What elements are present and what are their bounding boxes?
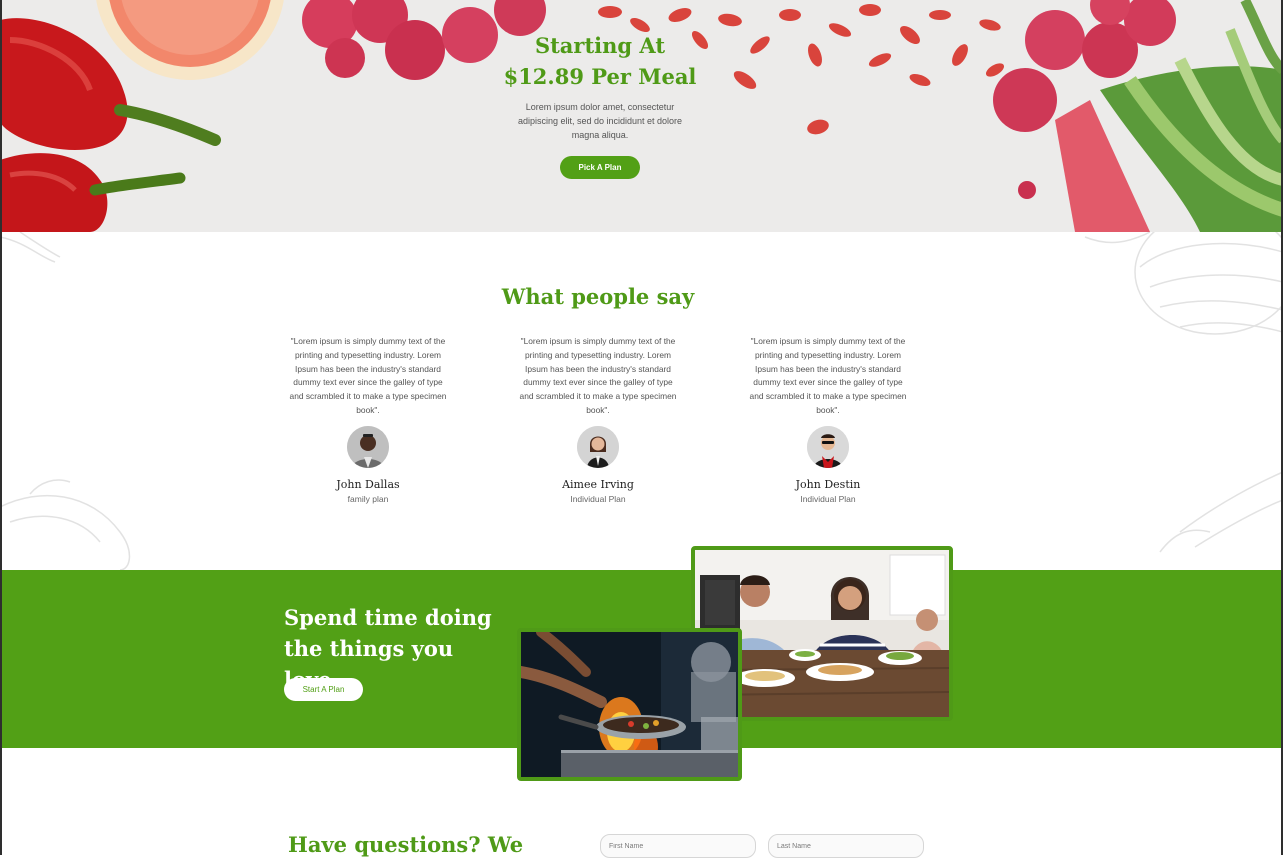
hero-title-line1: Starting At (534, 33, 666, 58)
testimonial-name: John Destin (795, 477, 861, 491)
testimonial-name: John Dallas (336, 477, 400, 491)
avatar-john-destin (807, 425, 849, 468)
testimonials-title: What people say (501, 284, 695, 309)
contact-title: Have questions? We (288, 832, 524, 857)
testimonial-quote: "Lorem ipsum is simply dummy text of the… (519, 336, 677, 415)
hero-title: Starting At $12.89 Per Meal (450, 30, 750, 92)
testimonial-plan: family plan (347, 493, 389, 504)
avatar-john-dallas (347, 425, 389, 468)
testimonial-quote: "Lorem ipsum is simply dummy text of the… (749, 336, 907, 415)
testimonial-quote: "Lorem ipsum is simply dummy text of the… (289, 336, 447, 415)
avatar-aimee-irving (577, 425, 619, 468)
testimonial-name: Aimee Irving (562, 477, 634, 491)
chef-cooking-photo (517, 628, 742, 781)
testimonial-card: "Lorem ipsum is simply dummy text of the… (288, 335, 448, 504)
start-a-plan-button[interactable]: Start A Plan (284, 678, 363, 701)
hero-title-price: $12.89 Per Meal (503, 64, 697, 89)
first-name-field[interactable] (600, 834, 756, 858)
pick-a-plan-button[interactable]: Pick A Plan (560, 156, 640, 179)
hero-content: Starting At $12.89 Per Meal Lorem ipsum … (450, 30, 750, 179)
testimonial-card: "Lorem ipsum is simply dummy text of the… (748, 335, 908, 504)
hero-description: Lorem ipsum dolor amet, consectetur adip… (517, 102, 683, 140)
testimonial-card: "Lorem ipsum is simply dummy text of the… (518, 335, 678, 504)
hero-section: Starting At $12.89 Per Meal Lorem ipsum … (0, 0, 1283, 232)
testimonials-section: What people say "Lorem ipsum is simply d… (0, 232, 1283, 570)
testimonial-plan: Individual Plan (800, 493, 856, 504)
testimonial-plan: Individual Plan (570, 493, 626, 504)
last-name-field[interactable] (768, 834, 924, 858)
